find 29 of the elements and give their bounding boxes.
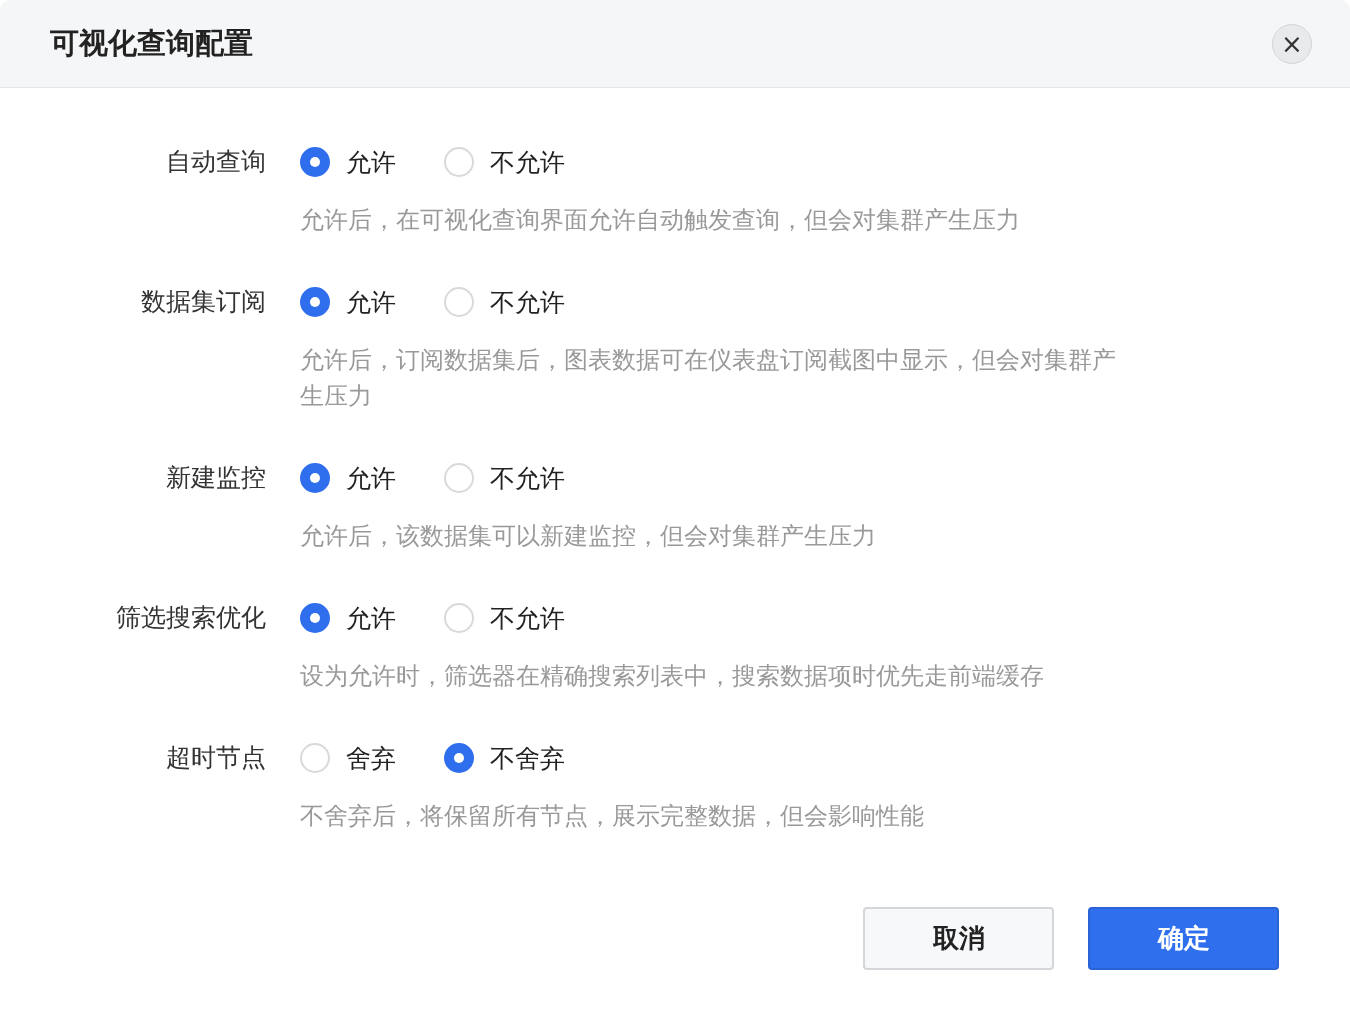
radio-label[interactable]: 允许	[346, 601, 396, 635]
radio-label[interactable]: 舍弃	[346, 741, 396, 775]
confirm-button[interactable]: 确定	[1088, 907, 1279, 970]
radio-button[interactable]	[300, 287, 330, 317]
radio-label[interactable]: 允许	[346, 285, 396, 319]
radio-button[interactable]	[300, 603, 330, 633]
radio-label[interactable]: 不允许	[490, 601, 565, 635]
radio-label[interactable]: 不允许	[490, 145, 565, 179]
setting-label: 超时节点	[165, 742, 266, 774]
setting-description: 允许后，订阅数据集后，图表数据可在仪表盘订阅截图中显示，但会对集群产生压力	[300, 345, 1117, 412]
setting-description: 允许后，在可视化查询界面允许自动触发查询，但会对集群产生压力	[300, 205, 1021, 236]
cancel-button[interactable]: 取消	[863, 907, 1054, 970]
setting-description: 不舍弃后，将保留所有节点，展示完整数据，但会影响性能	[300, 801, 925, 832]
radio-label[interactable]: 不允许	[490, 285, 565, 319]
setting-label: 新建监控	[165, 462, 266, 494]
radio-button[interactable]	[444, 743, 474, 773]
setting-label: 自动查询	[165, 146, 266, 178]
radio-label[interactable]: 允许	[346, 461, 396, 495]
dialog-title: 可视化查询配置	[50, 24, 253, 62]
radio-button[interactable]	[300, 147, 330, 177]
radio-label[interactable]: 允许	[346, 145, 396, 179]
radio-button[interactable]	[300, 463, 330, 493]
setting-description: 允许后，该数据集可以新建监控，但会对集群产生压力	[300, 521, 877, 552]
setting-description: 设为允许时，筛选器在精确搜索列表中，搜索数据项时优先走前端缓存	[300, 661, 1045, 692]
close-button[interactable]: ×	[1272, 23, 1312, 64]
radio-label[interactable]: 不舍弃	[490, 741, 565, 775]
setting-label: 筛选搜索优化	[115, 602, 266, 634]
radio-label[interactable]: 不允许	[490, 461, 565, 495]
setting-label: 数据集订阅	[140, 286, 266, 318]
